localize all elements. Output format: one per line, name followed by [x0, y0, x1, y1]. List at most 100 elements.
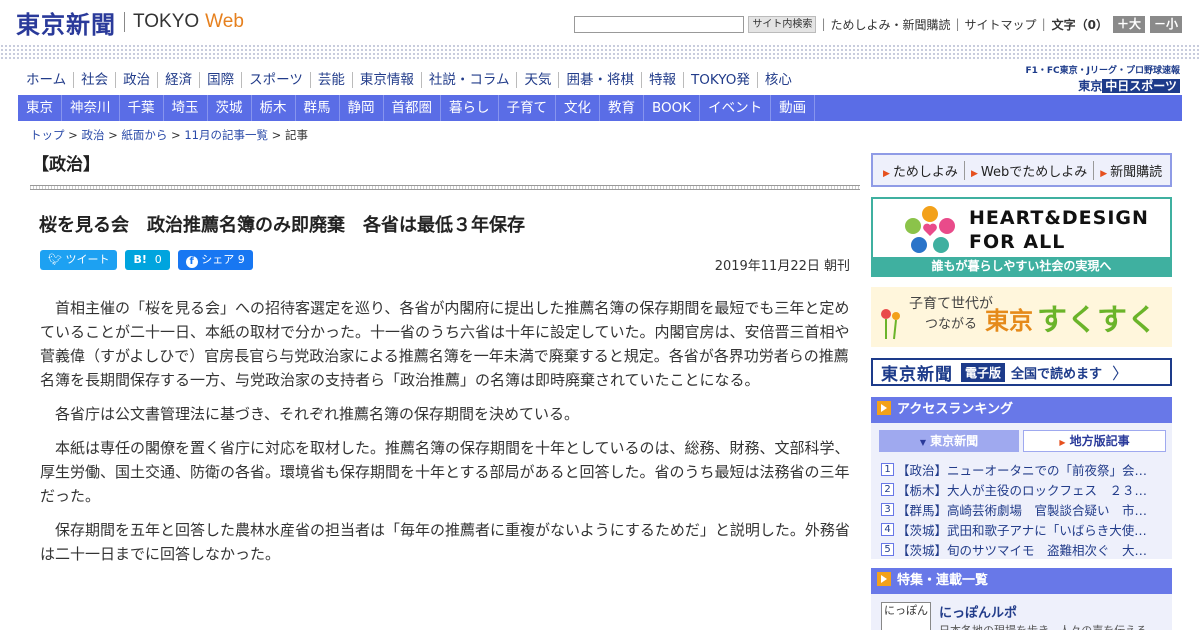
nav-item[interactable]: ホーム: [18, 72, 73, 88]
regional-nav-item[interactable]: 静岡: [340, 95, 384, 121]
hatena-bookmark-button[interactable]: B! 0: [125, 250, 170, 270]
nav-item[interactable]: 社会: [73, 72, 115, 88]
sports-promo-link[interactable]: F1・FC東京・Jリーグ・プロ野球速報 東京 中日スポーツ: [1020, 63, 1180, 93]
breadcrumb-separator: >: [167, 128, 185, 142]
heart-banner-line2: FOR ALL: [969, 231, 1066, 253]
sitemap-link[interactable]: サイトマップ: [965, 16, 1037, 33]
breadcrumb-link[interactable]: 紙面から: [121, 128, 167, 142]
heart-design-banner[interactable]: HEART&DESIGN FOR ALL 誰もが暮らしやすい社会の実現へ: [871, 197, 1172, 277]
article-paragraph: 首相主催の「桜を見る会」への招待客選定を巡り、各省が内閣府に提出した推薦名簿の保…: [40, 299, 850, 389]
logo-jp: 東京新聞: [16, 9, 116, 39]
nav-item[interactable]: 天気: [516, 72, 558, 88]
font-size-label: 文字（0）: [1051, 17, 1108, 32]
article-headline: 桜を見る会 政治推薦名簿のみ即廃棄 各省は最低３年保存: [39, 215, 525, 236]
nav-item[interactable]: スポーツ: [241, 72, 310, 88]
rank-number: 2: [881, 482, 894, 496]
nav-item[interactable]: 国際: [199, 72, 241, 88]
tweet-label: ツイート: [65, 253, 110, 266]
regional-nav-item[interactable]: 首都圏: [384, 95, 441, 121]
facebook-icon: f: [185, 256, 198, 268]
rank-number: 3: [881, 502, 894, 516]
regional-nav-item[interactable]: 群馬: [296, 95, 340, 121]
font-smaller-button[interactable]: －小: [1149, 15, 1182, 33]
fb-share-count: 9: [237, 253, 245, 266]
logo-en-tokyo: TOKYO: [133, 11, 200, 32]
heart-banner-line1: HEART&DESIGN: [969, 207, 1149, 229]
regional-nav-item[interactable]: 埼玉: [164, 95, 208, 121]
tab-local-articles[interactable]: ▶ 地方版記事: [1023, 430, 1166, 452]
subscribe-sidebar-link[interactable]: ▶ 新聞購読: [1094, 161, 1168, 180]
nav-item[interactable]: 核心: [756, 72, 799, 88]
digital-edition-banner[interactable]: 東京新聞 電子版 全国で読めます 〉: [871, 358, 1172, 386]
features-title: 特集・連載一覧: [897, 573, 989, 588]
sidebar: ▶ ためしよみ ▶ Webでためしよみ ▶ 新聞購読 HEART&DESIGN FOR…: [871, 153, 1172, 630]
regional-nav-item[interactable]: 暮らし: [441, 95, 499, 121]
facebook-share-button[interactable]: f シェア 9: [177, 250, 253, 270]
ranking-item[interactable]: 3 【群馬】高崎芸術劇場 官製談合疑い 市…: [881, 499, 1166, 519]
ranking-item[interactable]: 5 【茨城】旬のサツマイモ 盗難相次ぐ 大…: [881, 539, 1166, 559]
sukusuku-banner[interactable]: 子育て世代が つながる 東京 すくすく: [871, 287, 1172, 347]
regional-nav-item[interactable]: 子育て: [499, 95, 556, 121]
ranking-item-title: 【茨城】武田和歌子アナに「いばらき大使…: [897, 522, 1147, 538]
nav-item[interactable]: TOKYO発: [682, 72, 757, 88]
article-paragraph: 保存期間を五年と回答した農林水産省の担当者は「毎年の推薦者に重複がないようにする…: [40, 521, 850, 563]
section-title: 【政治】: [32, 155, 100, 175]
regional-nav-item[interactable]: 東京: [18, 95, 62, 121]
regional-nav-item[interactable]: BOOK: [644, 95, 701, 121]
search-button[interactable]: サイト内検索: [748, 15, 817, 33]
heart-design-logo-icon: [905, 206, 955, 253]
breadcrumb-link[interactable]: 11月の記事一覧: [184, 128, 268, 142]
triangle-right-icon: ▶: [883, 168, 890, 179]
triangle-right-icon: ▶: [1100, 168, 1108, 179]
trial-link[interactable]: ▶ ためしよみ: [877, 160, 965, 180]
breadcrumb-link[interactable]: トップ: [30, 128, 65, 142]
header-toolbar: サイト内検索 | ためしよみ・新聞購読 | サイトマップ | 文字（0） ＋大 …: [574, 14, 1182, 34]
nav-item[interactable]: 芸能: [309, 72, 352, 88]
breadcrumb-link[interactable]: 政治: [81, 128, 104, 142]
logo-divider: [124, 12, 125, 32]
feature-item-title[interactable]: にっぽんルポ: [939, 602, 1017, 621]
ranking-item-title: 【栃木】大人が主役のロックフェス ２３…: [897, 482, 1148, 498]
regional-nav-item[interactable]: 千葉: [120, 95, 164, 121]
triangle-right-icon: ▶: [1059, 438, 1066, 447]
sports-promo-prefix: 東京: [1078, 79, 1103, 93]
chevron-right-icon: 〉: [1112, 364, 1129, 383]
nav-item[interactable]: 特報: [640, 72, 683, 88]
regional-nav-item[interactable]: 動画: [771, 95, 816, 121]
logo-en-web: Web: [205, 11, 244, 32]
ranking-item[interactable]: 2 【栃木】大人が主役のロックフェス ２３…: [881, 479, 1166, 499]
publish-date: 2019年11月22日 朝刊: [714, 259, 850, 274]
regional-nav-item[interactable]: 神奈川: [62, 95, 120, 121]
sports-promo-line2: 東京 中日スポーツ: [1020, 77, 1180, 94]
tab-tokyo-shimbun[interactable]: ▼ 東京新聞: [879, 430, 1019, 452]
site-logo[interactable]: 東京新聞 TOKYO Web: [16, 8, 244, 39]
sukusuku-line1: 子育て世代が: [909, 296, 993, 312]
nav-item[interactable]: 経済: [157, 72, 199, 88]
ranking-list: 1 【政治】ニューオータニでの「前夜祭」会… 2 【栃木】大人が主役のロックフェス ２…: [881, 459, 1166, 559]
regional-nav-item[interactable]: イベント: [700, 95, 772, 121]
nav-item[interactable]: 社説・コラム: [420, 72, 517, 88]
web-trial-link-label: Webでためしよみ: [980, 164, 1088, 180]
font-larger-button[interactable]: ＋大: [1112, 15, 1145, 33]
feature-thumbnail[interactable]: にっぽん: [881, 602, 931, 630]
nav-item[interactable]: 囲碁・将棋: [558, 72, 641, 88]
social-share-bar: 🐦︎ ツイート B! 0 f シェア 9: [40, 250, 261, 270]
hatena-label: B!: [133, 253, 147, 266]
regional-nav-item[interactable]: 茨城: [208, 95, 252, 121]
nav-item[interactable]: 東京情報: [351, 72, 421, 88]
tweet-button[interactable]: 🐦︎ ツイート: [40, 250, 118, 270]
search-input[interactable]: [574, 15, 745, 33]
rank-number: 1: [881, 462, 894, 476]
regional-nav-item[interactable]: 文化: [556, 95, 600, 121]
digital-brand: 東京新聞: [881, 364, 953, 385]
nav-item[interactable]: 政治: [115, 72, 157, 88]
subscribe-link[interactable]: ためしよみ・新聞購読: [830, 16, 950, 33]
trial-links-box: ▶ ためしよみ ▶ Webでためしよみ ▶ 新聞購読: [871, 153, 1172, 187]
regional-nav-item[interactable]: 教育: [600, 95, 644, 121]
regional-nav-item[interactable]: 栃木: [252, 95, 296, 121]
breadcrumb-separator: >: [64, 128, 82, 142]
ranking-item[interactable]: 4 【茨城】武田和歌子アナに「いばらき大使…: [881, 519, 1166, 539]
web-trial-link[interactable]: ▶ Webでためしよみ: [965, 160, 1095, 180]
main-content: 【政治】 桜を見る会 政治推薦名簿のみ即廃棄 各省は最低３年保存 🐦︎ ツイート…: [30, 150, 860, 563]
ranking-item[interactable]: 1 【政治】ニューオータニでの「前夜祭」会…: [881, 459, 1166, 479]
